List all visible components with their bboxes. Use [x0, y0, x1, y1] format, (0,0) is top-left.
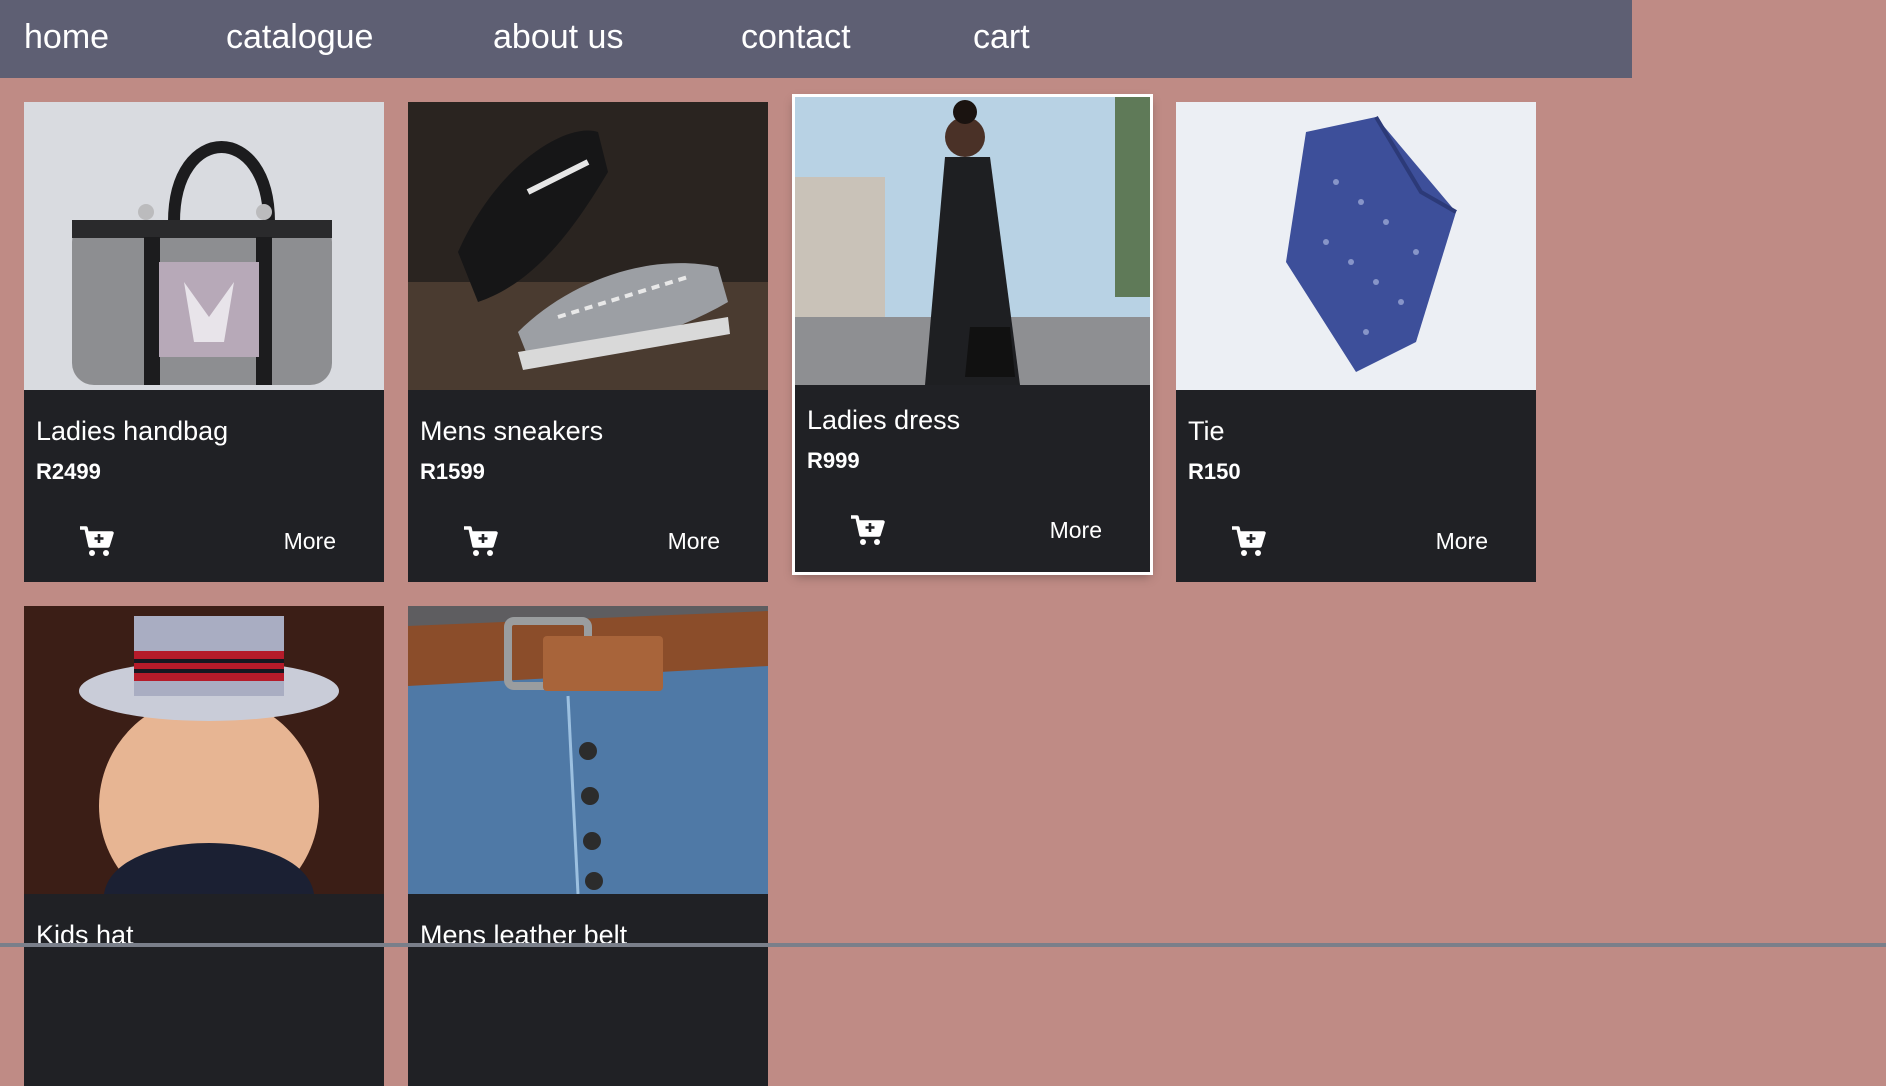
product-price: R150	[1188, 459, 1241, 484]
product-card-handbag[interactable]: Ladies handbag R2499 More	[24, 102, 384, 582]
product-title: Tie	[1188, 416, 1225, 446]
product-price: R999	[807, 448, 860, 473]
more-button[interactable]: More	[284, 526, 336, 556]
product-card-dress[interactable]: Ladies dress R999 More	[792, 94, 1153, 575]
product-card-belt[interactable]: Mens leather belt	[408, 606, 768, 1086]
product-image-dress[interactable]	[795, 97, 1150, 385]
product-price: R2499	[36, 459, 101, 484]
nav-about-link[interactable]: about us	[493, 16, 623, 58]
more-button[interactable]: More	[1436, 526, 1488, 556]
product-card-tie[interactable]: Tie R150 More	[1176, 102, 1536, 582]
cart-plus-icon[interactable]	[1230, 524, 1266, 558]
product-image-belt[interactable]	[408, 606, 768, 894]
product-card-kids-hat[interactable]: Kids hat	[24, 606, 384, 1086]
cart-plus-icon[interactable]	[78, 524, 114, 558]
product-title: Ladies dress	[807, 405, 961, 435]
more-button[interactable]: More	[1050, 515, 1102, 545]
product-image-handbag[interactable]	[24, 102, 384, 390]
navbar: home catalogue about us contact cart	[0, 0, 1632, 78]
cart-plus-icon[interactable]	[849, 513, 885, 547]
product-card-sneakers[interactable]: Mens sneakers R1599 More	[408, 102, 768, 582]
page-bottom-edge	[0, 943, 1886, 947]
more-button[interactable]: More	[668, 526, 720, 556]
nav-contact-link[interactable]: contact	[741, 16, 851, 58]
product-image-tie[interactable]	[1176, 102, 1536, 390]
cart-plus-icon[interactable]	[462, 524, 498, 558]
product-title: Mens sneakers	[420, 416, 604, 446]
product-price: R1599	[420, 459, 485, 484]
nav-home-link[interactable]: home	[24, 16, 109, 58]
product-title: Ladies handbag	[36, 416, 229, 446]
product-image-kids-hat[interactable]	[24, 606, 384, 894]
nav-catalogue-link[interactable]: catalogue	[226, 16, 373, 58]
product-image-sneakers[interactable]	[408, 102, 768, 390]
nav-cart-link[interactable]: cart	[973, 16, 1030, 58]
